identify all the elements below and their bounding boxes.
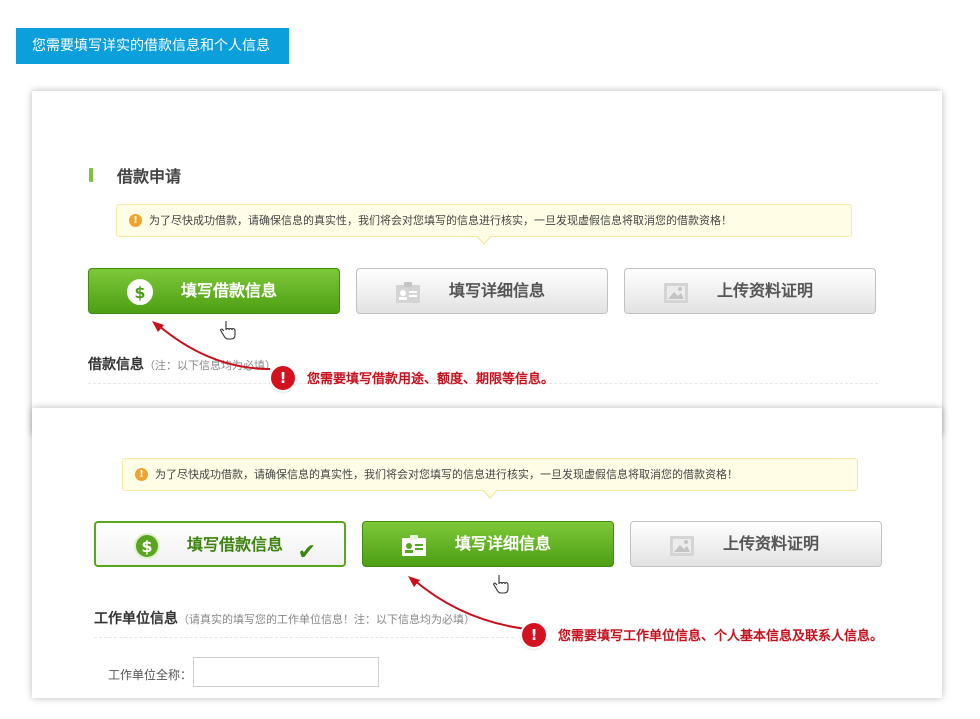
warning-icon: !	[129, 214, 142, 227]
checkmark-icon: ✔	[297, 540, 316, 565]
alert-icon: !	[271, 366, 295, 390]
step-label: 填写借款信息	[186, 535, 283, 554]
callout-text: 您需要填写工作单位信息、个人基本信息及联系人信息。	[558, 629, 884, 644]
step-fill-details-button[interactable]: 填写详细信息	[356, 268, 608, 314]
notice-text: 为了尽快成功借款，请确保信息的真实性，我们将会对您填写的信息进行核实，一旦发现虚…	[155, 468, 738, 481]
alert-icon: !	[522, 623, 546, 647]
notice-banner: ! 为了尽快成功借款，请确保信息的真实性，我们将会对您填写的信息进行核实，一旦发…	[122, 458, 858, 491]
notice-text: 为了尽快成功借款，请确保信息的真实性，我们将会对您填写的信息进行核实，一旦发现虚…	[149, 214, 732, 227]
red-arrow-icon	[152, 321, 271, 370]
step-label: 上传资料证明	[716, 281, 813, 300]
image-icon	[663, 279, 689, 305]
top-banner: 您需要填写详实的借款信息和个人信息	[16, 28, 289, 64]
company-name-label: 工作单位全称：	[108, 668, 193, 682]
loan-info-panel: 借款申请 ! 为了尽快成功借款，请确保信息的真实性，我们将会对您填写的信息进行核…	[32, 91, 942, 435]
notice-pointer	[482, 489, 498, 499]
step-label: 填写借款信息	[180, 281, 277, 300]
step-fill-loan-info-button[interactable]: $ 填写借款信息 ✔	[94, 521, 346, 567]
step-label: 上传资料证明	[722, 534, 819, 553]
step-fill-details-button[interactable]: 填写详细信息	[362, 521, 614, 567]
step-label: 填写详细信息	[454, 534, 551, 553]
dollar-coin-icon: $	[127, 279, 153, 305]
company-name-input[interactable]	[193, 657, 379, 687]
section-marker	[89, 168, 93, 182]
id-card-icon	[395, 279, 421, 305]
id-card-icon	[401, 532, 427, 558]
step-label: 填写详细信息	[448, 281, 545, 300]
step-upload-proof-button[interactable]: 上传资料证明	[624, 268, 876, 314]
warning-icon: !	[135, 468, 148, 481]
image-icon	[669, 532, 695, 558]
work-info-heading: 工作单位信息（请真实的填写您的工作单位信息！注：以下信息均为必填）	[94, 611, 475, 627]
callout-text: 您需要填写借款用途、额度、期限等信息。	[307, 372, 555, 387]
notice-banner: ! 为了尽快成功借款，请确保信息的真实性，我们将会对您填写的信息进行核实，一旦发…	[116, 204, 852, 237]
notice-pointer	[476, 235, 492, 245]
step-upload-proof-button[interactable]: 上传资料证明	[630, 521, 882, 567]
step-fill-loan-info-button[interactable]: $ 填写借款信息	[88, 268, 340, 314]
divider	[94, 637, 514, 638]
detail-info-panel: ! 为了尽快成功借款，请确保信息的真实性，我们将会对您填写的信息进行核实，一旦发…	[32, 408, 942, 698]
section-title: 借款申请	[117, 167, 182, 186]
dollar-coin-icon: $	[134, 533, 160, 559]
